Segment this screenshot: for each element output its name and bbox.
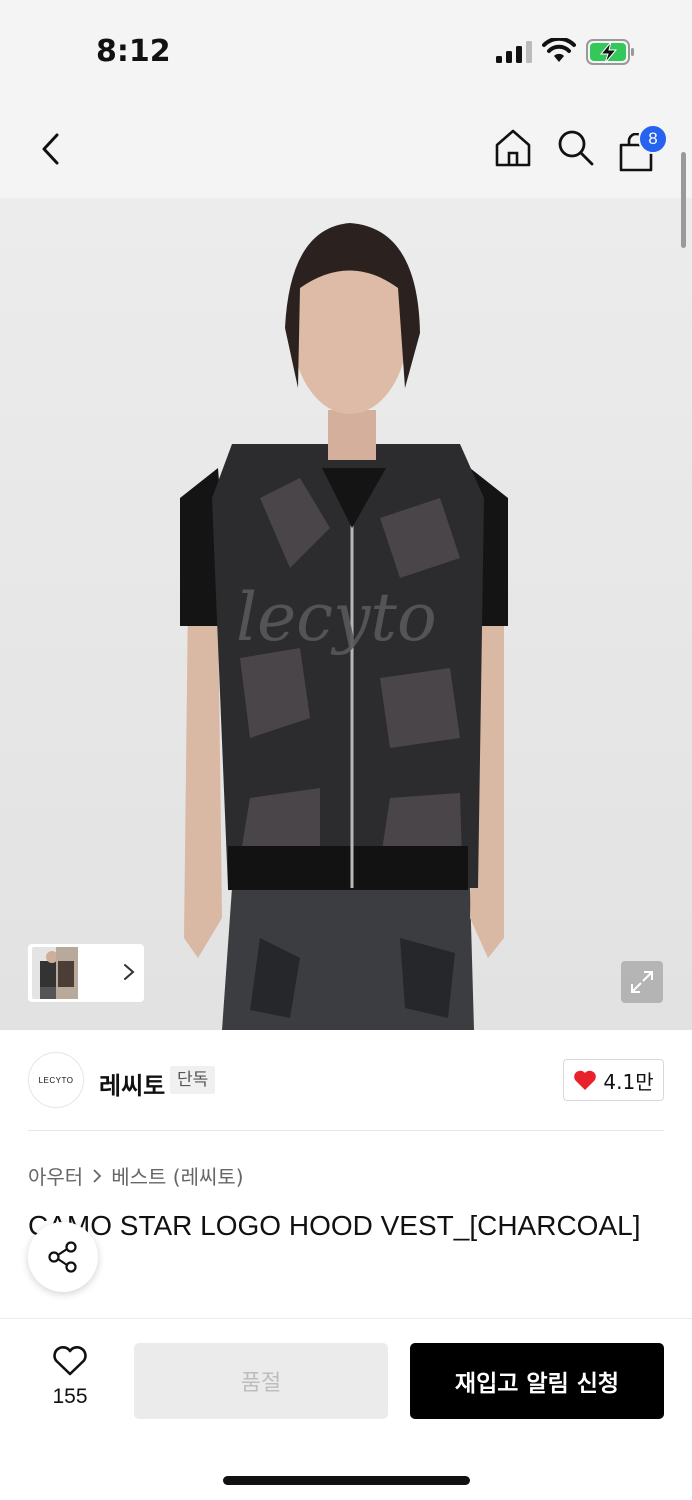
sold-out-button: 품절 [134,1343,388,1419]
product-image[interactable]: lecyto [0,198,692,1030]
signal-icon [496,41,532,63]
brand-like-button[interactable]: 4.1만 [563,1059,664,1101]
share-button[interactable] [28,1222,98,1292]
status-bar: 8:12 [0,0,692,100]
bottom-action-bar: 155 품절 재입고 알림 신청 [0,1318,692,1500]
expand-image-button[interactable] [621,961,663,1003]
share-icon [48,1241,77,1273]
breadcrumb: 아우터 베스트 (레씨토) [28,1161,244,1190]
back-icon [42,133,59,165]
wishlist-button[interactable]: 155 [30,1345,110,1417]
brand-logo[interactable]: LECYTO [28,1052,84,1108]
search-icon [558,130,594,166]
scrollbar[interactable] [681,152,686,248]
brand-name[interactable]: 레씨토 [99,1066,165,1101]
cart-count-badge: 8 [638,124,668,154]
search-button[interactable] [552,122,600,174]
model-photo: lecyto [180,223,508,1030]
breadcrumb-subcategory[interactable]: 베스트 (레씨토) [111,1161,243,1190]
expand-icon [631,971,653,993]
heart-outline-icon [53,1346,87,1376]
exclusive-badge: 단독 [170,1066,216,1094]
wifi-icon [542,38,576,62]
home-icon [495,129,531,167]
wishlist-count: 155 [52,1385,88,1408]
breadcrumb-category[interactable]: 아우터 [28,1161,83,1190]
brand-like-count: 4.1만 [603,1069,654,1094]
product-title: CAMO STAR LOGO HOOD VEST_[CHARCOAL] [28,1210,641,1241]
battery-charging-icon [586,39,634,65]
home-button[interactable] [488,122,538,174]
back-button[interactable] [26,124,74,174]
status-time: 8:12 [96,34,171,69]
thumbnail-image [56,947,78,999]
home-indicator[interactable] [223,1476,470,1485]
restock-alert-button[interactable]: 재입고 알림 신청 [410,1343,664,1419]
cart-button[interactable]: 8 [614,120,668,176]
svg-text:lecyto: lecyto [236,579,437,656]
divider [28,1130,664,1131]
top-nav-bar: 8 [0,100,692,198]
image-thumbnail-strip[interactable] [28,944,144,1002]
chevron-right-icon [93,1168,102,1183]
heart-filled-icon [574,1070,597,1090]
brand-logo-text: LECYTO [38,1075,74,1085]
chevron-right-icon [124,964,135,980]
